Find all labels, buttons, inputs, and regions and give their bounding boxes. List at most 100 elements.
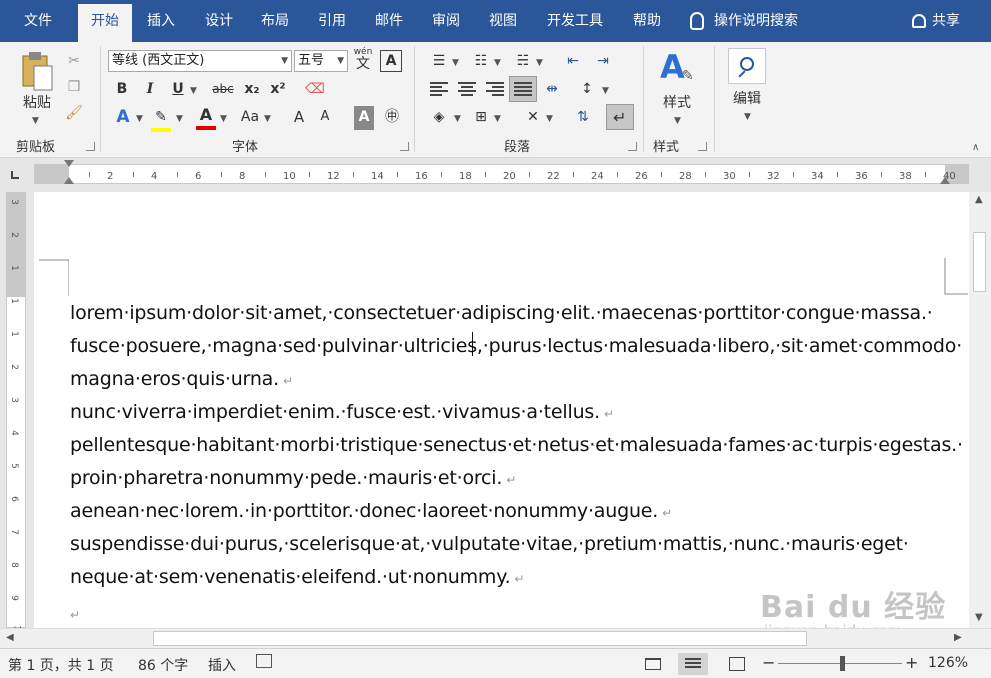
vertical-scrollbar[interactable]: ▲ ▼	[969, 192, 991, 628]
document-page[interactable]: lorem·ipsum·dolor·sit·amet,·consectetuer…	[34, 192, 969, 628]
superscript-button[interactable]: x²	[268, 78, 288, 102]
page-count[interactable]: 第 1 页，共 1 页	[8, 655, 114, 675]
change-case-dropdown-icon[interactable]: ▼	[264, 114, 271, 124]
editing-button[interactable]: 编辑 ▼	[724, 46, 770, 130]
align-right-icon[interactable]	[486, 82, 504, 96]
styles-launcher-icon[interactable]	[698, 142, 707, 151]
text-effects-dropdown-icon[interactable]: ▼	[136, 114, 143, 124]
font-launcher-icon[interactable]	[400, 142, 409, 151]
font-size-combo[interactable]: 五号 ▼	[294, 50, 348, 72]
clear-formatting-icon[interactable]: ⌫	[304, 78, 326, 102]
justify-button[interactable]	[509, 76, 537, 102]
show-marks-button[interactable]: ↵	[606, 104, 634, 130]
share-button[interactable]: 共享	[912, 4, 960, 38]
format-painter-icon[interactable]: 🖌	[64, 102, 84, 126]
insert-mode[interactable]: 插入	[208, 655, 236, 675]
vertical-ruler[interactable]: 321112345678910	[6, 192, 26, 637]
tab-developer[interactable]: 开发工具	[538, 4, 612, 42]
macro-record-icon[interactable]	[256, 654, 272, 668]
underline-button[interactable]: U	[168, 78, 188, 102]
increase-indent-icon[interactable]: ⇥	[592, 50, 614, 74]
character-shading-icon[interactable]: A	[354, 106, 374, 130]
align-left-icon[interactable]	[430, 82, 448, 96]
hanging-indent-marker[interactable]	[64, 177, 74, 184]
clipboard-launcher-icon[interactable]	[86, 142, 95, 151]
watermark-brand: Bai du 经验	[760, 590, 947, 625]
vertical-scroll-thumb[interactable]	[973, 232, 986, 292]
borders-icon[interactable]: ⊞	[470, 106, 492, 130]
collapse-ribbon-icon[interactable]: ∧	[972, 142, 979, 153]
zoom-slider-thumb[interactable]	[840, 656, 845, 671]
tab-file[interactable]: 文件	[8, 4, 68, 42]
first-line-indent-marker[interactable]	[64, 160, 74, 167]
bullets-dropdown-icon[interactable]: ▼	[452, 58, 459, 68]
zoom-level[interactable]: 126%	[928, 655, 968, 671]
highlight-button[interactable]: ✎	[150, 106, 172, 132]
line-spacing-icon[interactable]: ↕	[576, 78, 598, 102]
subscript-button[interactable]: x₂	[242, 78, 262, 102]
paste-button[interactable]: 粘贴	[18, 92, 56, 116]
text-effects-icon[interactable]: A	[112, 106, 134, 130]
borders-dropdown-icon[interactable]: ▼	[494, 114, 501, 124]
distributed-icon[interactable]: ⇹	[542, 78, 562, 102]
tab-review[interactable]: 审阅	[421, 4, 471, 42]
numbering-icon[interactable]: ☷	[470, 50, 492, 74]
paste-icon[interactable]	[20, 50, 54, 92]
right-indent-marker[interactable]	[940, 177, 950, 184]
highlight-dropdown-icon[interactable]: ▼	[176, 114, 183, 124]
bold-button[interactable]: B	[112, 78, 132, 102]
web-layout-button[interactable]	[722, 653, 752, 675]
strikethrough-button[interactable]: abc	[208, 78, 238, 102]
align-center-icon[interactable]	[458, 82, 476, 96]
phonetic-guide-button[interactable]: wén 文	[352, 46, 374, 71]
chinese-layout-dropdown-icon[interactable]: ▼	[546, 114, 553, 124]
print-layout-button[interactable]	[678, 653, 708, 675]
numbering-dropdown-icon[interactable]: ▼	[494, 58, 501, 68]
tab-references[interactable]: 引用	[307, 4, 357, 42]
tell-me-search[interactable]: 操作说明搜索	[690, 4, 798, 38]
shrink-font-button[interactable]: A	[316, 106, 334, 130]
italic-button[interactable]: I	[140, 78, 160, 102]
scroll-left-icon[interactable]: ◀	[6, 632, 14, 643]
word-count[interactable]: 86 个字	[138, 655, 188, 675]
tab-mailings[interactable]: 邮件	[364, 4, 414, 42]
enclose-characters-icon[interactable]: ㊥	[382, 106, 402, 130]
zoom-out-button[interactable]: −	[762, 653, 775, 672]
horizontal-scroll-thumb[interactable]	[153, 631, 807, 646]
line-spacing-dropdown-icon[interactable]: ▼	[602, 86, 609, 96]
horizontal-scrollbar[interactable]: ◀ ▶	[0, 628, 991, 648]
tab-help[interactable]: 帮助	[622, 4, 672, 42]
change-case-button[interactable]: Aa	[238, 106, 262, 130]
horizontal-ruler[interactable]: 2 4 6 8 10 12 14 16 18 20 22 24 26 28 30 32 34 36 38 40	[34, 160, 969, 184]
scroll-up-icon[interactable]: ▲	[975, 194, 983, 205]
font-name-combo[interactable]: 等线 (西文正文) ▼	[108, 50, 292, 72]
scroll-right-icon[interactable]: ▶	[954, 632, 962, 643]
paragraph-launcher-icon[interactable]	[628, 142, 637, 151]
paste-dropdown-icon[interactable]: ▼	[32, 116, 39, 126]
sort-icon[interactable]: ⇅	[572, 106, 594, 130]
tab-view[interactable]: 视图	[478, 4, 528, 42]
font-color-dropdown-icon[interactable]: ▼	[220, 114, 227, 124]
shading-dropdown-icon[interactable]: ▼	[454, 114, 461, 124]
underline-dropdown-icon[interactable]: ▼	[190, 86, 197, 96]
tab-selector[interactable]	[0, 159, 34, 189]
multilevel-list-icon[interactable]: ☵	[512, 50, 534, 74]
zoom-in-button[interactable]: +	[905, 653, 918, 672]
cut-icon[interactable]: ✂	[64, 50, 84, 74]
chinese-layout-icon[interactable]: ✕	[522, 106, 544, 130]
character-border-icon[interactable]: A	[380, 50, 402, 72]
font-color-button[interactable]: A	[196, 104, 216, 130]
bullets-icon[interactable]: ☰	[428, 50, 450, 74]
shading-icon[interactable]: ◈	[428, 106, 450, 130]
tab-insert[interactable]: 插入	[136, 4, 186, 42]
styles-button[interactable]: A ✎ 样式 ▼	[652, 48, 702, 128]
copy-icon[interactable]: ❐	[64, 76, 84, 100]
tab-layout[interactable]: 布局	[250, 4, 300, 42]
tab-design[interactable]: 设计	[194, 4, 244, 42]
scroll-down-icon[interactable]: ▼	[975, 612, 983, 623]
tab-home[interactable]: 开始	[78, 4, 132, 42]
decrease-indent-icon[interactable]: ⇤	[562, 50, 584, 74]
multilevel-dropdown-icon[interactable]: ▼	[536, 58, 543, 68]
read-mode-button[interactable]	[638, 653, 668, 675]
grow-font-button[interactable]: A	[290, 106, 308, 130]
